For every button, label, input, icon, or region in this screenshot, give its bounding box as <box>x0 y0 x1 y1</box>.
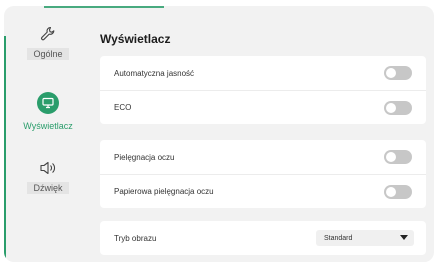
setting-label: Tryb obrazu <box>114 233 157 243</box>
setting-row-auto-brightness: Automatyczna jasność <box>100 56 426 90</box>
settings-group: Automatyczna jasność ECO <box>100 56 426 124</box>
setting-label: Pielęgnacja oczu <box>114 152 175 162</box>
accent-border-left <box>4 36 6 262</box>
paper-eye-care-toggle[interactable] <box>384 184 412 199</box>
settings-window: Ogólne Wyświetlacz Dźwięk Wyświetlacz Au… <box>4 6 434 262</box>
eye-care-toggle[interactable] <box>384 150 412 164</box>
setting-label: Papierowa pielęgnacja oczu <box>114 187 214 196</box>
setting-label: Automatyczna jasność <box>114 68 195 78</box>
sidebar: Ogólne Wyświetlacz Dźwięk <box>8 12 88 262</box>
setting-row-eco: ECO <box>100 90 426 124</box>
settings-group: Tryb obrazu Standard <box>100 221 426 255</box>
setting-label: ECO <box>114 103 132 112</box>
sidebar-item-general[interactable]: Ogólne <box>12 12 84 74</box>
monitor-icon <box>37 92 59 114</box>
picture-mode-select[interactable]: Standard <box>316 230 414 246</box>
chevron-down-icon <box>400 235 408 240</box>
wrench-icon <box>40 26 56 42</box>
setting-row-picture-mode: Tryb obrazu Standard <box>100 221 426 255</box>
auto-brightness-toggle[interactable] <box>384 66 412 80</box>
sidebar-item-display[interactable]: Wyświetlacz <box>12 78 84 140</box>
setting-row-paper-eye-care: Papierowa pielęgnacja oczu <box>100 174 426 208</box>
setting-row-eye-care: Pielęgnacja oczu <box>100 140 426 174</box>
page-title: Wyświetlacz <box>100 32 171 46</box>
sidebar-item-label: Ogólne <box>27 48 69 60</box>
display-settings-panel: Wyświetlacz Automatyczna jasność ECO Pie… <box>93 18 433 262</box>
settings-group: Pielęgnacja oczu Papierowa pielęgnacja o… <box>100 140 426 208</box>
sidebar-item-label: Dźwięk <box>27 182 69 194</box>
sidebar-item-label: Wyświetlacz <box>23 121 73 131</box>
accent-border-top <box>44 6 164 8</box>
eco-toggle[interactable] <box>384 100 412 115</box>
sidebar-item-sound[interactable]: Dźwięk <box>12 146 84 208</box>
picture-mode-value: Standard <box>324 234 353 242</box>
speaker-icon <box>39 160 57 176</box>
